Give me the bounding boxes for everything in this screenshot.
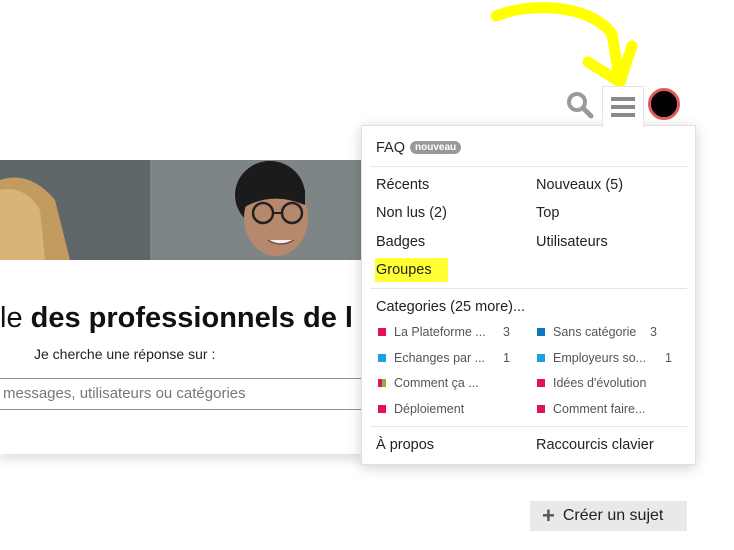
category-count: 3 [503,325,510,339]
search-button[interactable] [562,86,598,124]
hamburger-menu-button[interactable] [602,86,644,127]
welcome-title: le des professionnels de l [0,302,353,335]
category-item[interactable]: Sans catégorie [537,325,636,339]
category-item[interactable]: Comment ça ... [378,376,479,390]
categories-link[interactable]: Categories (25 more)... [376,299,525,315]
users-link[interactable]: Utilisateurs [536,234,608,250]
faq-link[interactable]: FAQ nouveau [376,140,462,156]
search-icon [567,92,594,119]
category-name: Echanges par ... [394,351,486,365]
search-hint: Je cherche une réponse sur : [34,346,216,362]
groups-link[interactable]: Groupes [376,262,432,278]
category-item[interactable]: Comment faire... [537,402,645,416]
category-swatch [537,379,545,387]
category-item[interactable]: Echanges par ... [378,351,485,365]
category-swatch [378,328,386,336]
category-item[interactable]: Déploiement [378,402,464,416]
menu-divider [370,426,687,427]
category-count: 1 [665,351,672,365]
menu-divider [370,166,687,167]
faq-new-badge: nouveau [410,141,462,154]
category-name: Déploiement [394,402,465,416]
category-swatch [378,405,386,413]
recent-link[interactable]: Récents [376,177,429,193]
category-item[interactable]: Idées d'évolution [537,376,646,390]
hamburger-menu-panel: FAQ nouveau Récents Nouveaux (5) Non lus … [361,125,696,465]
hamburger-menu-icon [611,97,635,117]
faq-label: FAQ [376,140,406,156]
category-name: Comment faire... [553,402,646,416]
create-topic-button[interactable]: + Créer un sujet [530,501,687,531]
category-name: Sans catégorie [553,325,637,339]
category-item[interactable]: La Plateforme ... [378,325,486,339]
category-name: Employeurs so... [553,351,647,365]
top-link[interactable]: Top [536,205,559,221]
keyboard-shortcuts-link[interactable]: Raccourcis clavier [536,437,654,453]
category-name: La Plateforme ... [394,325,486,339]
create-topic-label: Créer un sujet [562,507,664,524]
menu-divider [370,288,687,289]
annotation-arrow [490,2,638,88]
category-swatch [537,354,545,362]
welcome-title-prefix: le [0,302,31,334]
category-item[interactable]: Employeurs so... [537,351,646,365]
new-link[interactable]: Nouveaux (5) [536,177,623,193]
plus-icon: + [542,503,555,528]
category-swatch [378,379,386,387]
category-swatch [537,405,545,413]
category-swatch [537,328,545,336]
category-name: Comment ça ... [394,376,479,390]
banner-image [0,160,362,260]
welcome-title-bold: des professionnels de l [30,302,353,334]
badges-link[interactable]: Badges [376,234,425,250]
category-name: Idées d'évolution [553,376,647,390]
category-count: 1 [503,351,510,365]
user-avatar[interactable] [648,88,680,120]
search-input[interactable]: messages, utilisateurs ou catégories [0,378,370,410]
category-count: 3 [650,325,657,339]
unread-link[interactable]: Non lus (2) [376,205,447,221]
category-swatch [378,354,386,362]
about-link[interactable]: À propos [376,437,434,453]
